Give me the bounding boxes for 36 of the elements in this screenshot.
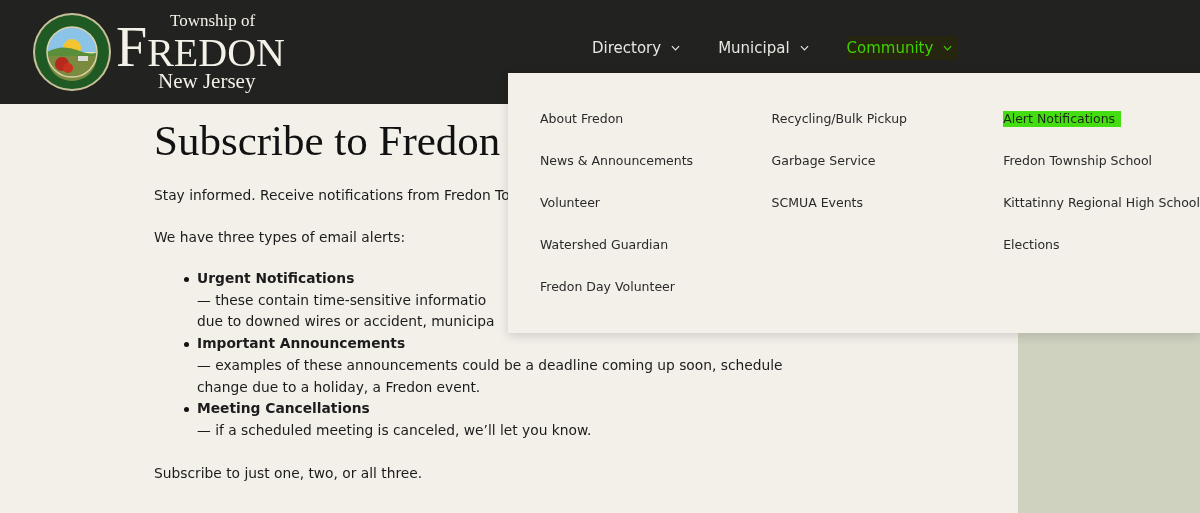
logo-text: FREDON <box>116 29 285 71</box>
nav-link[interactable]: Directory <box>592 36 687 60</box>
nav-link[interactable]: Municipal <box>718 36 815 60</box>
intro-text: We have three types of email alerts: <box>154 228 406 247</box>
bullet-dot <box>184 277 189 282</box>
menu-link[interactable]: SCMUA Events <box>771 195 864 211</box>
menu-link[interactable]: Garbage Service <box>771 153 876 169</box>
nav-link[interactable]: Community <box>846 36 959 60</box>
logo-text: Township of <box>170 13 256 29</box>
menu-link[interactable]: Elections <box>1003 237 1060 253</box>
menu-link[interactable]: Recycling/Bulk Pickup <box>771 111 908 127</box>
alert-description: change due to a holiday, a Fredon event. <box>197 377 481 397</box>
menu-link[interactable]: News & Announcements <box>540 153 694 169</box>
chevron-down-icon <box>943 45 953 51</box>
alert-description: — these contain time-sensitive informatio <box>197 290 487 310</box>
menu-link[interactable]: Watershed Guardian <box>540 237 669 253</box>
logo-text: New Jersey <box>158 71 256 91</box>
bullet-dot <box>184 342 189 348</box>
alert-type-title: Meeting Cancellations <box>197 399 370 419</box>
menu-link[interactable]: Kittatinny Regional High School <box>1003 195 1200 211</box>
alert-description: due to downed wires or accident, municipa <box>197 312 495 332</box>
menu-link[interactable]: About Fredon <box>540 111 624 127</box>
menu-link[interactable]: Fredon Township School <box>1003 153 1153 169</box>
alert-type-title: Urgent Notifications <box>197 269 355 288</box>
alert-description: — if a scheduled meeting is canceled, we’ll let you know. <box>197 420 592 440</box>
alert-type-title: Important Announcements <box>197 334 406 354</box>
menu-link[interactable]: Alert Notifications <box>1003 111 1122 127</box>
chevron-down-icon <box>671 45 681 51</box>
menu-link[interactable]: Fredon Day Volunteer <box>540 279 675 295</box>
chevron-down-icon <box>799 45 809 51</box>
page-title: Subscribe to Fredon <box>154 118 501 164</box>
closing-text: Subscribe to just one, two, or all three. <box>154 463 423 483</box>
menu-link[interactable]: Volunteer <box>540 195 600 211</box>
seal-logo[interactable] <box>32 12 112 92</box>
alert-description: — examples of these announcements could be a deadline coming up soon, schedule <box>197 355 783 375</box>
bullet-dot <box>184 407 189 413</box>
